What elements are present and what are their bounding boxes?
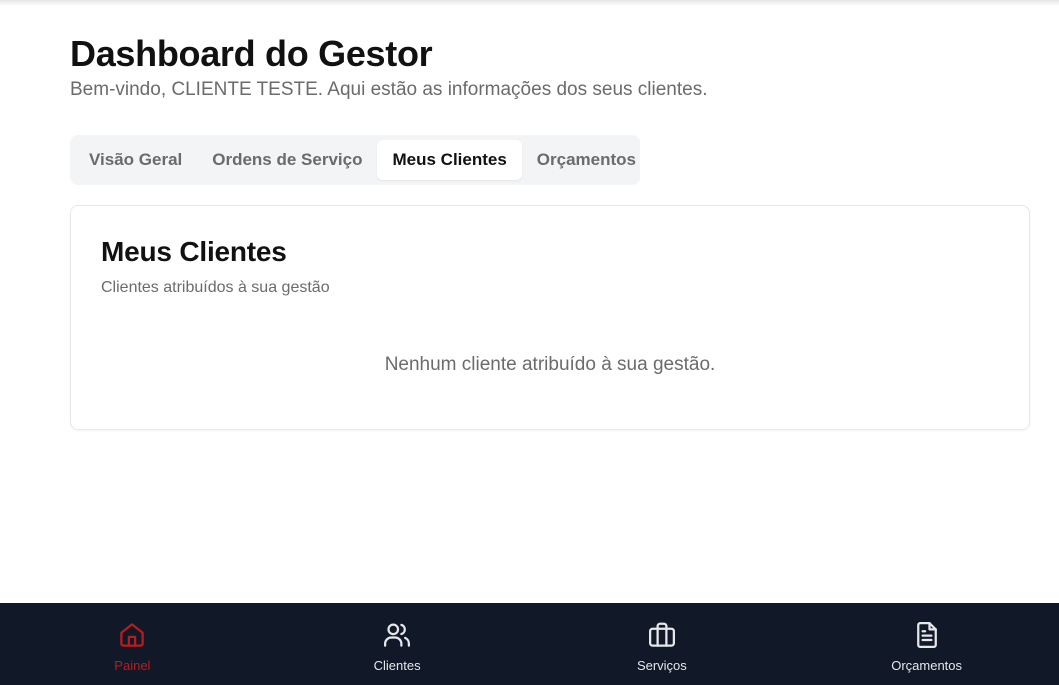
tab-list: Visão Geral Ordens de Serviço Meus Clien… bbox=[70, 135, 640, 185]
nav-item-orcamentos[interactable]: Orçamentos bbox=[794, 603, 1059, 685]
file-text-icon bbox=[916, 622, 937, 648]
home-icon bbox=[120, 623, 145, 647]
bottom-nav: Painel Clientes Serviços Orçamentos bbox=[0, 603, 1059, 685]
page-title: Dashboard do Gestor bbox=[70, 33, 433, 74]
card-title: Meus Clientes bbox=[101, 236, 287, 267]
nav-label-servicos: Serviços bbox=[636, 658, 687, 673]
page: Dashboard do Gestor Bem-vindo, CLIENTE T… bbox=[0, 0, 1059, 685]
nav-item-servicos[interactable]: Serviços bbox=[530, 603, 795, 685]
nav-label-orcamentos: Orçamentos bbox=[891, 658, 963, 673]
tab-visao-geral[interactable]: Visão Geral bbox=[74, 140, 197, 180]
top-shadow bbox=[0, 0, 1059, 6]
nav-label-clientes: Clientes bbox=[373, 658, 421, 673]
nav-label-painel: Painel bbox=[114, 658, 151, 673]
nav-item-clientes[interactable]: Clientes bbox=[265, 603, 530, 685]
tab-orcamentos[interactable]: Orçamentos bbox=[522, 140, 651, 180]
page-header: Dashboard do Gestor Bem-vindo, CLIENTE T… bbox=[70, 34, 708, 102]
card-description: Clientes atribuídos à sua gestão bbox=[101, 279, 330, 296]
users-icon bbox=[384, 623, 411, 647]
empty-state-message: Nenhum cliente atribuído à sua gestão. bbox=[384, 354, 716, 375]
tab-meus-clientes[interactable]: Meus Clientes bbox=[377, 140, 522, 180]
nav-item-painel[interactable]: Painel bbox=[0, 603, 265, 685]
briefcase-icon bbox=[648, 622, 675, 647]
tab-ordens-de-servico[interactable]: Ordens de Serviço bbox=[197, 140, 377, 180]
page-subtitle: Bem-vindo, CLIENTE TESTE. Aqui estão as … bbox=[70, 79, 708, 100]
clients-card: Meus Clientes Clientes atribuídos à sua … bbox=[70, 205, 1030, 430]
